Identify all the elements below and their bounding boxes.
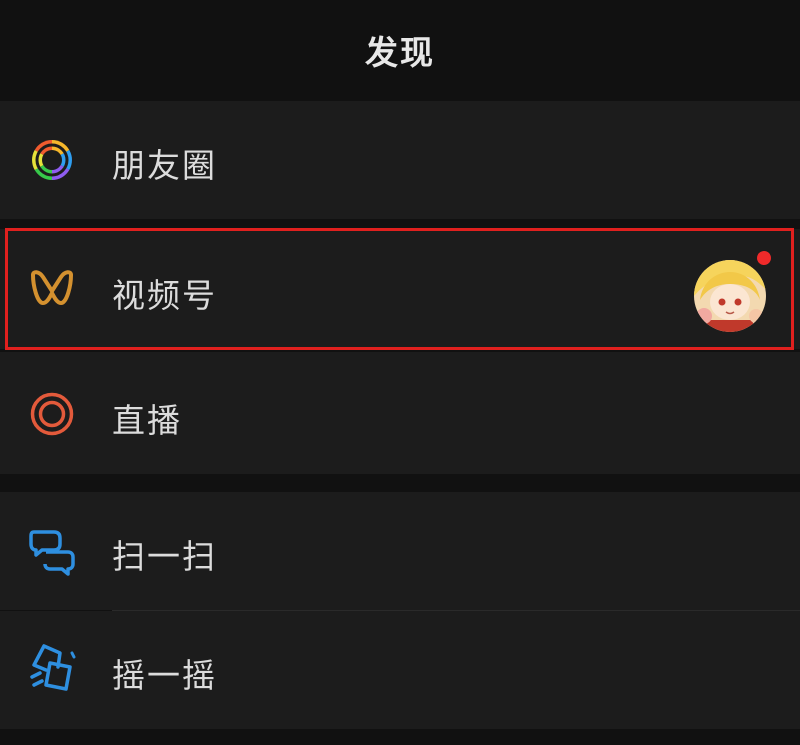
header-bar: 发现 [0, 0, 800, 100]
list-item-moments[interactable]: 朋友圈 [0, 101, 800, 219]
live-icon [28, 390, 76, 438]
shake-icon [28, 644, 76, 692]
moments-label: 朋友圈 [112, 146, 217, 185]
scan-label: 扫一扫 [112, 537, 217, 576]
highlight-annotation [5, 228, 794, 350]
list-item-shake[interactable]: 摇一摇 [0, 611, 800, 729]
page-title: 发现 [365, 33, 435, 72]
list-item-scan[interactable]: 扫一扫 [0, 492, 800, 610]
scan-icon [28, 528, 76, 576]
moments-icon [28, 136, 76, 184]
list-item-live[interactable]: 直播 [0, 352, 800, 474]
shake-label: 摇一摇 [112, 656, 217, 695]
live-label: 直播 [112, 401, 182, 440]
discover-screen: 发现 朋友圈 视频号 直播 扫一扫 摇一摇 [0, 0, 800, 745]
